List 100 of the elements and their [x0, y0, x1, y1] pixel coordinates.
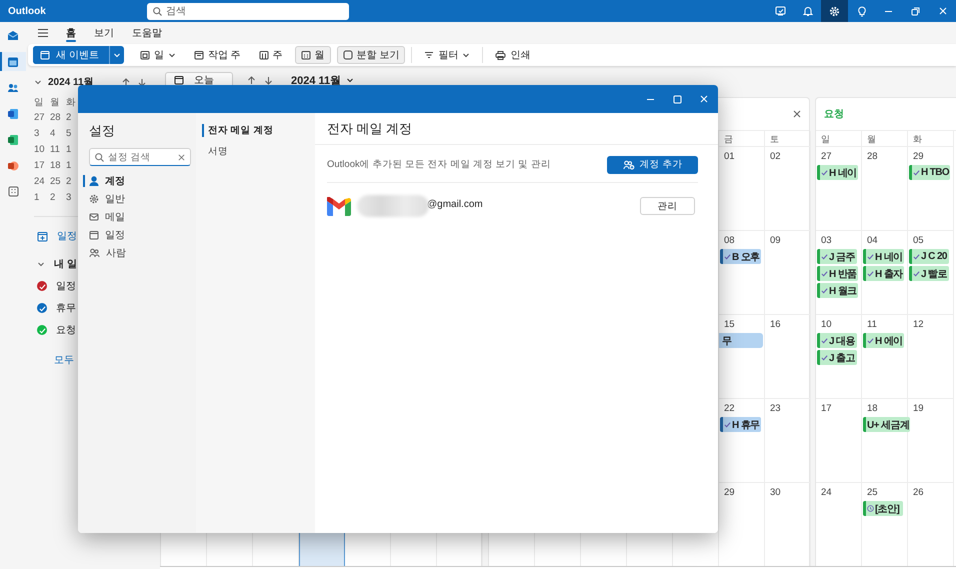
- event-chip[interactable]: J 금주: [817, 249, 857, 264]
- maximize-icon[interactable]: [672, 94, 682, 104]
- weekday-label: 일: [821, 134, 830, 144]
- settings-nav-item[interactable]: 사람: [78, 246, 196, 260]
- toolbar-button[interactable]: 분할 보기: [336, 46, 406, 64]
- settings-subnav-item[interactable]: 서명: [202, 145, 315, 158]
- toolbar-button[interactable]: 필터: [418, 46, 476, 64]
- day-number[interactable]: 24: [34, 176, 48, 188]
- day-cell[interactable]: 15 무: [719, 314, 765, 398]
- calendar-name[interactable]: 휴무: [56, 301, 76, 315]
- day-number[interactable]: 18: [50, 160, 64, 172]
- event-chip[interactable]: H 네이: [817, 165, 858, 180]
- event-chip[interactable]: H 월크: [817, 283, 858, 298]
- menu-icon[interactable]: [37, 28, 49, 38]
- day-number[interactable]: 11: [50, 144, 64, 156]
- day-number[interactable]: 2: [66, 176, 80, 188]
- settings-nav-item[interactable]: 메일: [78, 210, 196, 224]
- app-switch-button[interactable]: [0, 52, 26, 71]
- day-cell[interactable]: 28: [862, 146, 908, 230]
- people-icon: [89, 248, 100, 258]
- toolbar-button[interactable]: 인쇄: [489, 46, 536, 64]
- checked-dot[interactable]: [37, 281, 47, 291]
- settings-nav-item[interactable]: 계정: [78, 174, 196, 188]
- arrow-down-icon[interactable]: [264, 76, 273, 84]
- day-number[interactable]: 2: [50, 192, 64, 204]
- add-account-button[interactable]: 계정 추가: [607, 156, 698, 174]
- day-cell[interactable]: 02: [765, 146, 811, 230]
- event-chip[interactable]: H TBO: [909, 165, 950, 180]
- check-icon: [821, 287, 828, 294]
- manage-button[interactable]: 관리: [640, 197, 695, 215]
- arrow-up-icon[interactable]: [122, 78, 130, 86]
- menu-tab[interactable]: 도움말: [131, 22, 163, 44]
- day-cell[interactable]: 11 H 에이: [862, 314, 908, 398]
- day-cell[interactable]: 16: [765, 314, 811, 398]
- day-cell[interactable]: 23: [765, 398, 811, 482]
- day-cell[interactable]: 03 J 금주 H 반품 H 월크: [816, 230, 862, 314]
- event-chip[interactable]: B 오후: [720, 249, 761, 264]
- day-cell[interactable]: 25 [초안]: [862, 482, 908, 566]
- arrow-up-icon[interactable]: [247, 76, 256, 84]
- day-number[interactable]: 10: [34, 144, 48, 156]
- day-number[interactable]: 3: [34, 128, 48, 140]
- calendar-name[interactable]: 일정: [56, 279, 76, 293]
- event-chip[interactable]: H 에이: [863, 333, 904, 348]
- search-field[interactable]: 설정 검색: [89, 148, 191, 166]
- day-cell[interactable]: 10 J 대용 J 출고: [816, 314, 862, 398]
- day-cell[interactable]: 18 U+ 세금계: [862, 398, 908, 482]
- close-icon[interactable]: [793, 110, 801, 118]
- arrow-down-icon[interactable]: [138, 78, 146, 86]
- day-cell[interactable]: 12: [908, 314, 954, 398]
- day-cell[interactable]: 01: [719, 146, 765, 230]
- day-cell[interactable]: 27 H 네이: [816, 146, 862, 230]
- day-cell[interactable]: 17: [816, 398, 862, 482]
- event-chip[interactable]: J C 20: [909, 249, 949, 264]
- checked-dot[interactable]: [37, 325, 47, 335]
- day-number[interactable]: 2: [66, 112, 80, 124]
- settings-subnav-item[interactable]: 전자 메일 계정: [202, 124, 315, 137]
- day-number[interactable]: 5: [66, 128, 80, 140]
- event-chip[interactable]: H 네이: [863, 249, 904, 264]
- settings-nav-item[interactable]: 일정: [78, 228, 196, 242]
- month-picker[interactable]: 2024 11월: [291, 72, 342, 88]
- day-cell[interactable]: 04 H 네이 H 출자: [862, 230, 908, 314]
- day-cell[interactable]: 05 J C 20 J 빨로: [908, 230, 954, 314]
- menu-tab[interactable]: 보기: [93, 22, 115, 44]
- day-number[interactable]: 25: [50, 176, 64, 188]
- event-bar[interactable]: 무: [719, 333, 763, 348]
- day-number[interactable]: 27: [34, 112, 48, 124]
- event-chip[interactable]: H 휴무: [720, 417, 761, 432]
- check-icon: [821, 354, 828, 361]
- event-chip[interactable]: H 반품: [817, 266, 858, 281]
- chevron-down-icon[interactable]: [34, 78, 42, 86]
- show-all-link[interactable]: 모두: [54, 353, 74, 367]
- day-number[interactable]: 28: [50, 112, 64, 124]
- toolbar-button[interactable]: 주: [252, 46, 289, 64]
- search-field[interactable]: 검색: [147, 2, 349, 20]
- calendar-name[interactable]: 요청: [56, 323, 76, 337]
- toolbar-button[interactable]: 작업 주: [188, 46, 247, 64]
- event-chip[interactable]: J 빨로: [909, 266, 949, 281]
- add-calendar-link[interactable]: 일정: [57, 229, 77, 243]
- chevron-down-icon[interactable]: [37, 260, 45, 268]
- day-number[interactable]: 1: [66, 160, 80, 172]
- menu-tab[interactable]: 홈: [65, 22, 77, 44]
- people-app-icon: [7, 82, 19, 94]
- day-cell[interactable]: 09: [765, 230, 811, 314]
- day-number[interactable]: 1: [66, 144, 80, 156]
- settings-button[interactable]: [821, 0, 848, 22]
- event-chip[interactable]: [초안]: [863, 501, 903, 516]
- toolbar-button[interactable]: 일: [134, 46, 182, 64]
- day-number[interactable]: 1: [34, 192, 48, 204]
- event-chip[interactable]: J 출고: [817, 350, 857, 365]
- checked-dot[interactable]: [37, 303, 47, 313]
- day-number[interactable]: 4: [50, 128, 64, 140]
- day-number[interactable]: 3: [66, 192, 80, 204]
- event-chip[interactable]: H 출자: [863, 266, 904, 281]
- day-cell[interactable]: 29 H TBO: [908, 146, 954, 230]
- day-cell[interactable]: 19: [908, 398, 954, 482]
- event-chip[interactable]: J 대용: [817, 333, 857, 348]
- event-chip[interactable]: U+ 세금계: [863, 417, 910, 432]
- settings-nav-item[interactable]: 일반: [78, 192, 196, 206]
- toolbar-button[interactable]: 월: [294, 46, 331, 64]
- day-number[interactable]: 17: [34, 160, 48, 172]
